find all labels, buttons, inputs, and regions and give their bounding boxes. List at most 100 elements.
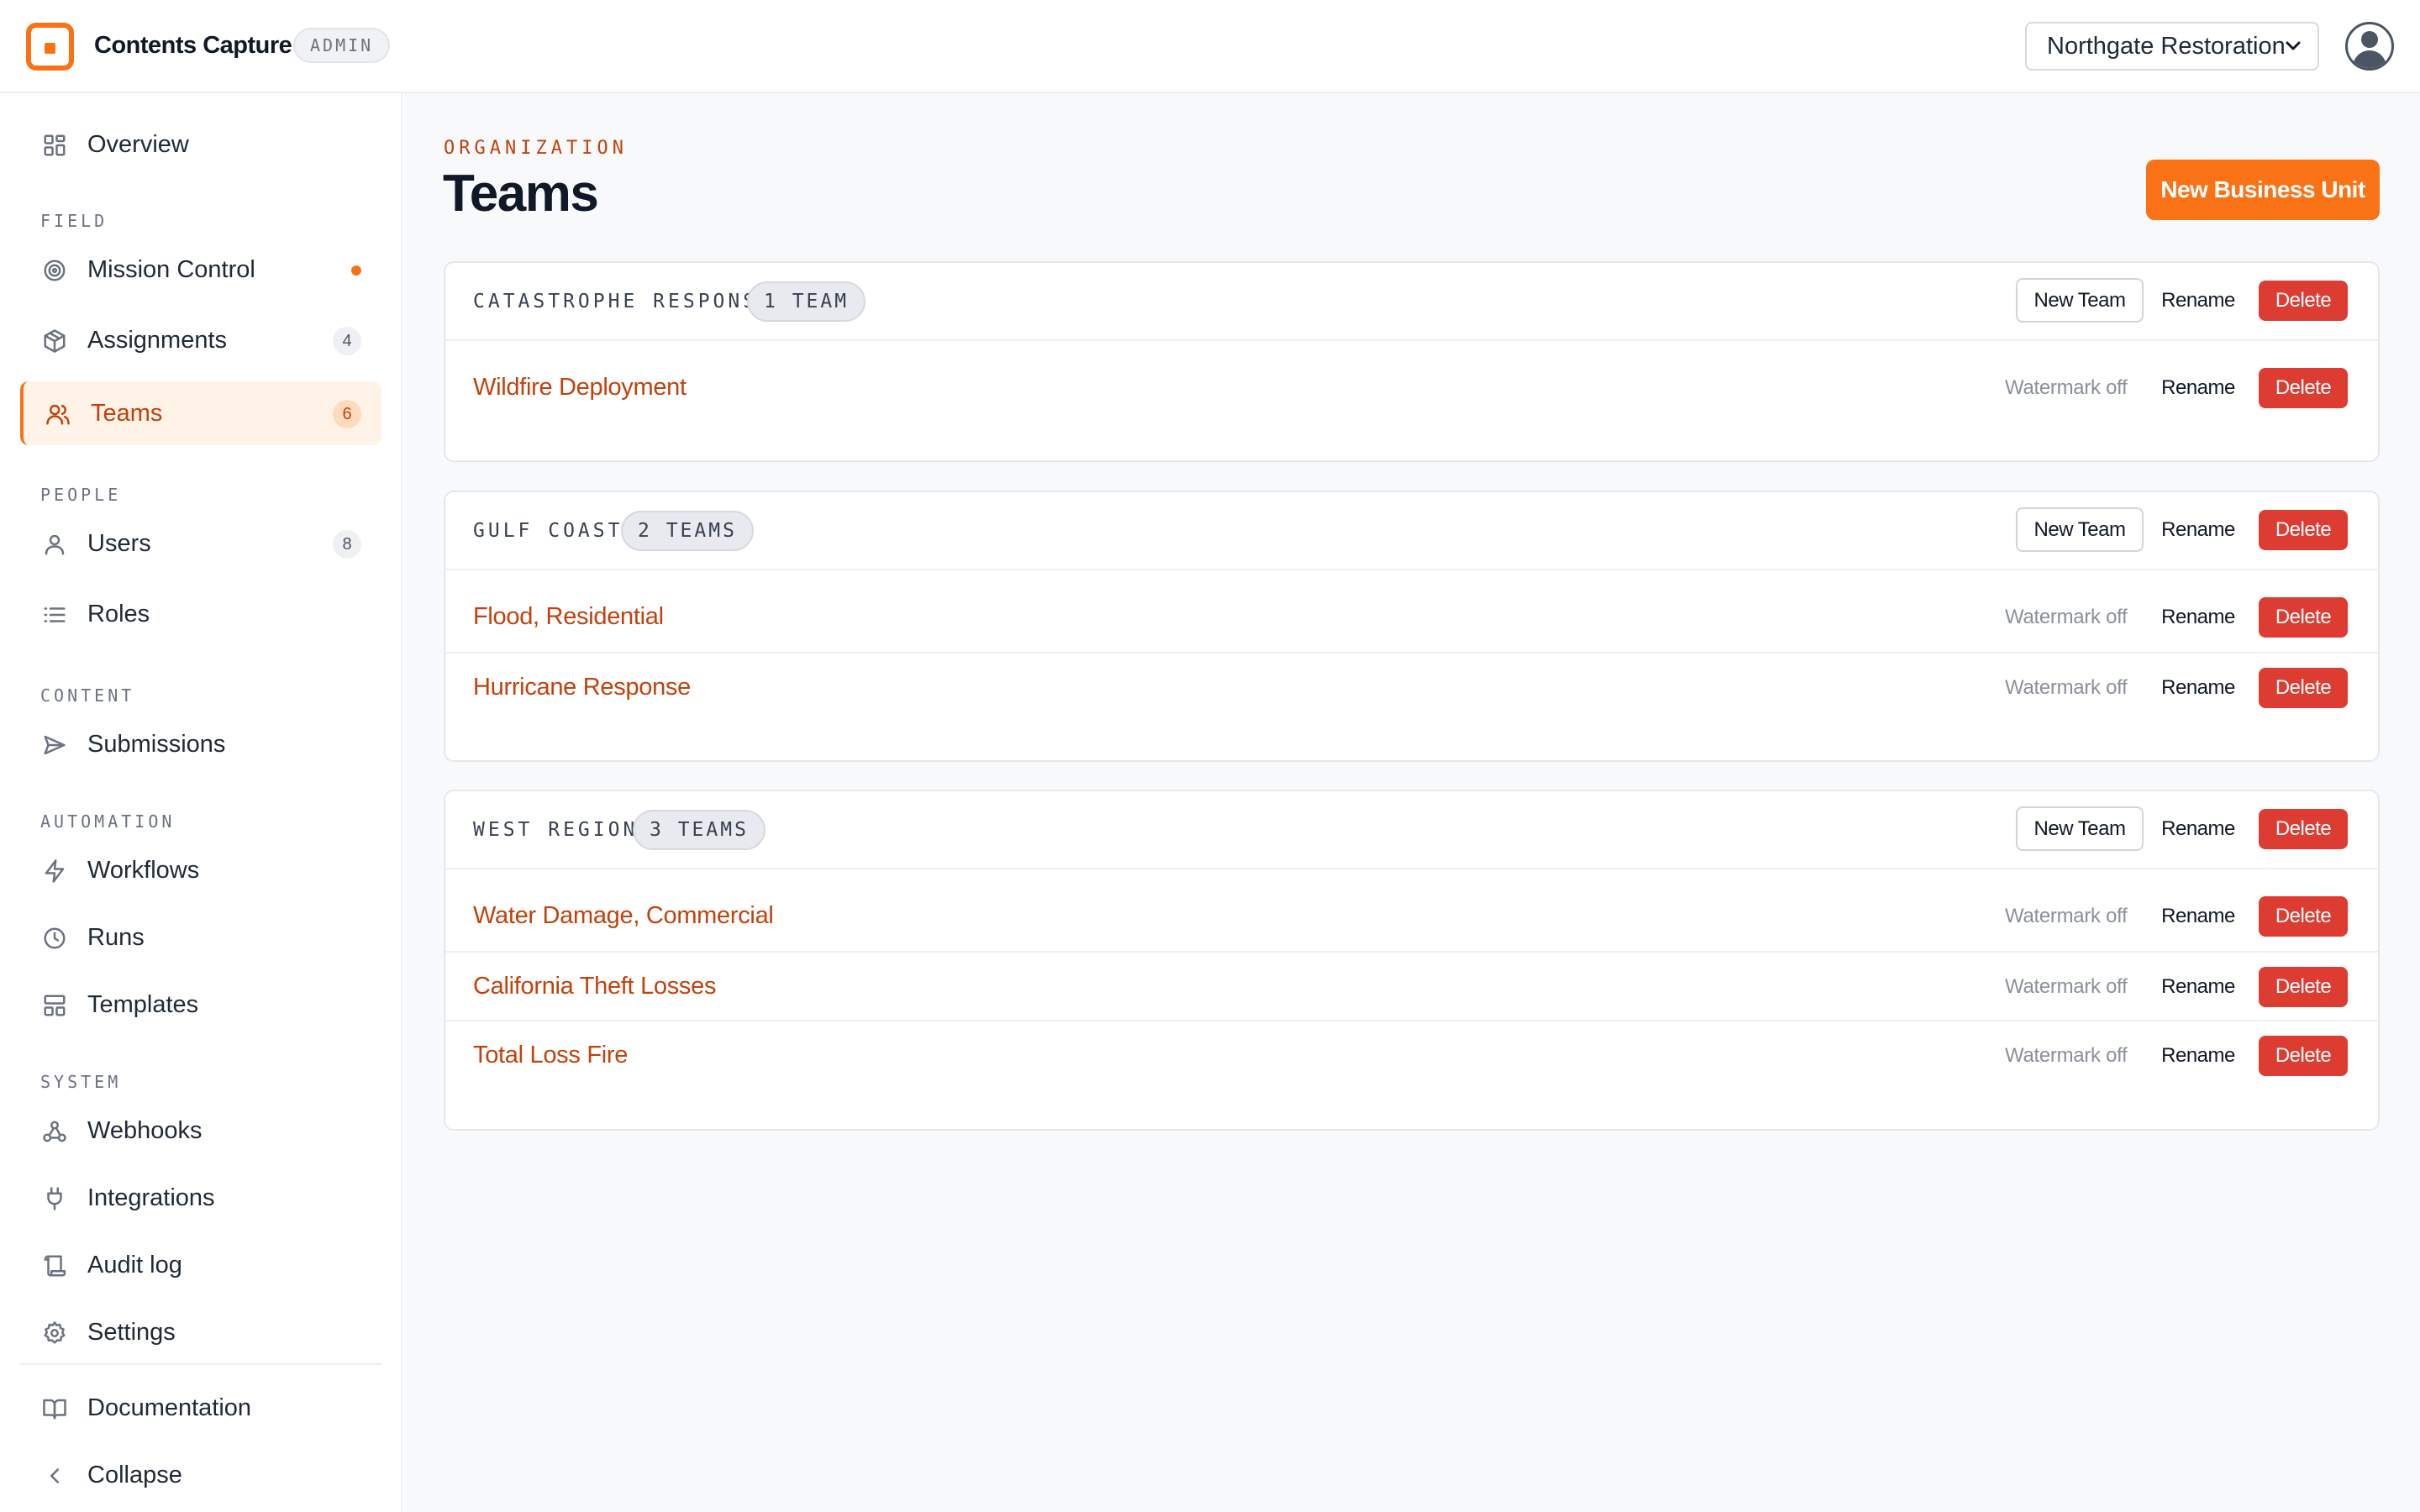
sidebar-item-mission-control[interactable]: Mission Control xyxy=(20,238,381,302)
team-row: California Theft Losses Watermark off Re… xyxy=(445,951,2378,1020)
organization-select-value: Northgate Restoration xyxy=(2047,33,2286,60)
sidebar-item-users[interactable]: Users 8 xyxy=(20,512,381,575)
rename-business-unit-button[interactable]: Rename xyxy=(2152,507,2244,552)
sidebar-item-workflows[interactable]: Workflows xyxy=(20,838,381,902)
sidebar-item-label: Workflows xyxy=(87,857,200,884)
layout-icon xyxy=(42,993,67,1018)
admin-badge: ADMIN xyxy=(293,28,391,63)
new-team-button[interactable]: New Team xyxy=(2016,507,2144,552)
sidebar-item-submissions[interactable]: Submissions xyxy=(20,712,381,776)
user-icon xyxy=(42,532,67,557)
sidebar-item-audit-log[interactable]: Audit log xyxy=(20,1233,381,1297)
team-name-link[interactable]: Total Loss Fire xyxy=(473,1042,628,1069)
sidebar-item-label: Collapse xyxy=(87,1462,182,1488)
rename-team-button[interactable]: Rename xyxy=(2152,964,2244,1009)
delete-team-button[interactable]: Delete xyxy=(2259,1036,2348,1076)
sidebar-collapse-button[interactable]: Collapse xyxy=(20,1443,381,1507)
scroll-icon xyxy=(42,1253,67,1278)
sidebar-item-documentation[interactable]: Documentation xyxy=(20,1376,381,1440)
sidebar-item-integrations[interactable]: Integrations xyxy=(20,1166,381,1230)
business-unit-card: WEST REGION 3 TEAMS New Team Rename Dele… xyxy=(444,790,2380,1131)
rename-team-button[interactable]: Rename xyxy=(2152,595,2244,639)
delete-team-button[interactable]: Delete xyxy=(2259,368,2348,408)
delete-business-unit-button[interactable]: Delete xyxy=(2259,809,2348,849)
sidebar: Overview FIELD Mission Control Assignmen… xyxy=(0,93,402,1512)
count-badge: 4 xyxy=(333,327,361,355)
business-unit-name: GULF COAST xyxy=(473,520,623,542)
clock-icon xyxy=(42,926,67,951)
team-count-badge: 3 TEAMS xyxy=(633,810,765,850)
team-name-link[interactable]: Hurricane Response xyxy=(473,674,691,701)
delete-team-button[interactable]: Delete xyxy=(2259,668,2348,708)
sidebar-item-settings[interactable]: Settings xyxy=(20,1300,381,1364)
business-unit-header: CATASTROPHE RESPONSE 1 TEAM New Team Ren… xyxy=(445,263,2378,341)
rename-team-button[interactable]: Rename xyxy=(2152,1033,2244,1078)
watermark-status[interactable]: Watermark off xyxy=(2005,1044,2128,1068)
rename-business-unit-button[interactable]: Rename xyxy=(2152,278,2244,323)
section-label-field: FIELD xyxy=(40,211,108,231)
new-team-button[interactable]: New Team xyxy=(2016,278,2144,323)
new-team-button[interactable]: New Team xyxy=(2016,806,2144,851)
sidebar-item-label: Integrations xyxy=(87,1184,215,1211)
target-icon xyxy=(42,258,67,283)
team-row: Wildfire Deployment Watermark off Rename… xyxy=(445,354,2378,423)
delete-team-button[interactable]: Delete xyxy=(2259,597,2348,638)
business-unit-name: CATASTROPHE RESPONSE xyxy=(473,291,773,312)
rename-team-button[interactable]: Rename xyxy=(2152,894,2244,938)
gear-icon xyxy=(42,1320,67,1346)
sidebar-item-webhooks[interactable]: Webhooks xyxy=(20,1099,381,1163)
sidebar-item-label: Users xyxy=(87,530,151,557)
team-name-link[interactable]: Flood, Residential xyxy=(473,603,664,631)
watermark-status[interactable]: Watermark off xyxy=(2005,376,2128,400)
send-icon xyxy=(42,732,67,758)
sidebar-divider xyxy=(20,1363,381,1365)
sidebar-item-teams[interactable]: Teams 6 xyxy=(20,381,381,445)
sidebar-item-overview[interactable]: Overview xyxy=(20,113,381,176)
sidebar-item-templates[interactable]: Templates xyxy=(20,973,381,1037)
watermark-status[interactable]: Watermark off xyxy=(2005,905,2128,928)
chevron-left-icon xyxy=(42,1463,67,1488)
business-unit-header: WEST REGION 3 TEAMS New Team Rename Dele… xyxy=(445,791,2378,869)
section-label-system: SYSTEM xyxy=(40,1072,122,1092)
delete-team-button[interactable]: Delete xyxy=(2259,967,2348,1007)
sidebar-item-label: Roles xyxy=(87,601,150,627)
list-icon xyxy=(42,602,67,627)
sidebar-item-label: Overview xyxy=(87,131,189,158)
team-count-badge: 2 TEAMS xyxy=(621,511,754,551)
business-unit-card: CATASTROPHE RESPONSE 1 TEAM New Team Ren… xyxy=(444,261,2380,462)
delete-team-button[interactable]: Delete xyxy=(2259,896,2348,937)
section-label-automation: AUTOMATION xyxy=(40,811,176,832)
organization-select[interactable]: Northgate Restoration xyxy=(2025,22,2319,71)
sidebar-item-assignments[interactable]: Assignments 4 xyxy=(20,308,381,372)
business-unit-header: GULF COAST 2 TEAMS New Team Rename Delet… xyxy=(445,492,2378,570)
team-name-link[interactable]: Wildfire Deployment xyxy=(473,374,687,402)
rename-business-unit-button[interactable]: Rename xyxy=(2152,806,2244,851)
team-row: Hurricane Response Watermark off Rename … xyxy=(445,652,2378,721)
watermark-status[interactable]: Watermark off xyxy=(2005,975,2128,999)
sidebar-item-label: Mission Control xyxy=(87,256,255,283)
grid-icon xyxy=(42,133,67,158)
app-name[interactable]: Contents Capture xyxy=(94,32,292,60)
sidebar-item-roles[interactable]: Roles xyxy=(20,582,381,646)
team-name-link[interactable]: California Theft Losses xyxy=(473,973,716,1000)
rename-team-button[interactable]: Rename xyxy=(2152,665,2244,710)
delete-business-unit-button[interactable]: Delete xyxy=(2259,510,2348,550)
watermark-status[interactable]: Watermark off xyxy=(2005,676,2128,700)
delete-business-unit-button[interactable]: Delete xyxy=(2259,281,2348,321)
lightning-icon xyxy=(42,858,67,884)
team-name-link[interactable]: Water Damage, Commercial xyxy=(473,902,774,930)
app-logo-icon[interactable] xyxy=(26,23,74,71)
section-label-content: CONTENT xyxy=(40,685,135,706)
watermark-status[interactable]: Watermark off xyxy=(2005,606,2128,629)
user-avatar[interactable] xyxy=(2345,22,2394,71)
team-count-badge: 1 TEAM xyxy=(747,281,866,322)
sidebar-item-runs[interactable]: Runs xyxy=(20,906,381,969)
new-business-unit-button[interactable]: New Business Unit xyxy=(2146,160,2380,220)
rename-team-button[interactable]: Rename xyxy=(2152,365,2244,410)
section-label-people: PEOPLE xyxy=(40,485,122,505)
sidebar-item-label: Templates xyxy=(87,991,199,1018)
count-badge: 8 xyxy=(333,530,361,559)
sidebar-item-label: Runs xyxy=(87,924,145,951)
top-bar: Contents Capture ADMIN Northgate Restora… xyxy=(0,0,2420,93)
count-badge: 6 xyxy=(333,400,361,428)
